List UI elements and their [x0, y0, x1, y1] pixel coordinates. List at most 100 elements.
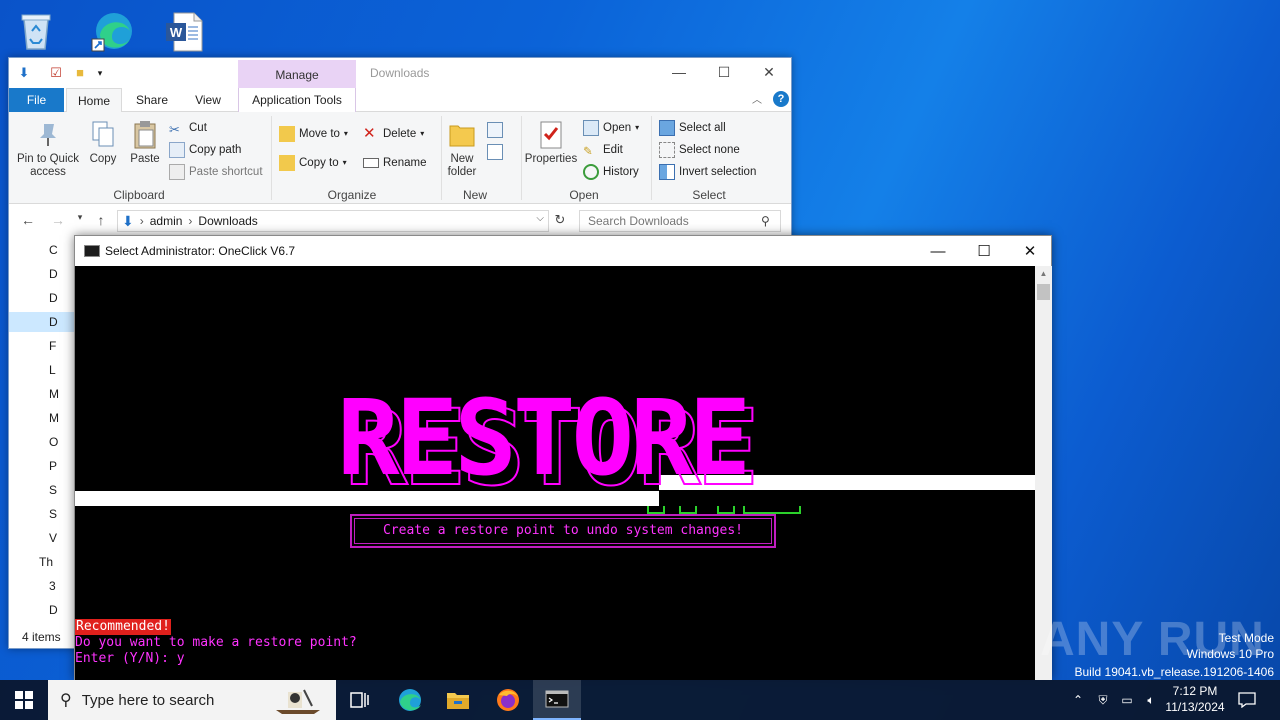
banner-base-mark: [743, 506, 801, 514]
paste-shortcut-button[interactable]: Paste shortcut: [169, 162, 263, 182]
open-button[interactable]: Open ▾: [583, 118, 639, 138]
minimize-button[interactable]: —: [656, 58, 702, 86]
banner-base-mark: [647, 506, 665, 514]
restore-info-box: Create a restore point to undo system ch…: [350, 514, 776, 548]
downloads-icon: ⬇: [122, 212, 134, 229]
console-close-button[interactable]: ✕: [1007, 236, 1053, 266]
task-view-button[interactable]: [336, 680, 384, 720]
cut-button[interactable]: ✂ Cut: [169, 118, 207, 138]
up-arrow-icon[interactable]: ↑: [92, 212, 110, 228]
help-icon[interactable]: ?: [773, 91, 789, 107]
system-clock[interactable]: 7:12 PM 11/13/2024: [1160, 683, 1230, 715]
copy-button[interactable]: Copy: [85, 118, 121, 166]
search-icon: ⚲: [60, 692, 72, 709]
search-icon: ⚲: [761, 214, 770, 228]
tab-manage[interactable]: Manage: [238, 60, 356, 88]
maximize-button[interactable]: ☐: [701, 58, 747, 86]
tab-home[interactable]: Home: [66, 88, 122, 113]
console-output: RESTORE RESTORE Create a restore point t…: [75, 266, 1035, 680]
history-button[interactable]: History: [583, 162, 639, 182]
edit-button[interactable]: ✎ Edit: [583, 140, 623, 160]
address-bar[interactable]: ⬇ › admin › Downloads ⌵: [117, 210, 549, 232]
collapse-ribbon-icon[interactable]: ︿: [752, 91, 762, 106]
window-title: Downloads: [370, 66, 430, 80]
nav-item-this-pc[interactable]: Th: [39, 552, 69, 572]
back-arrow-icon[interactable]: ←: [19, 212, 37, 228]
console-title-bar[interactable]: Select Administrator: OneClick V6.7 — ☐ …: [75, 236, 1051, 266]
invert-selection-button[interactable]: Invert selection: [659, 162, 756, 182]
tab-file[interactable]: File: [9, 88, 64, 112]
close-button[interactable]: ✕: [746, 58, 792, 86]
tab-application-tools[interactable]: Application Tools: [238, 88, 356, 112]
move-to-button[interactable]: Move to ▾: [279, 124, 348, 144]
properties-icon: [540, 121, 562, 149]
copy-icon: [92, 121, 114, 147]
easy-access-icon[interactable]: [487, 144, 503, 160]
taskbar-firefox-button[interactable]: [484, 680, 532, 720]
clock-date: 11/13/2024: [1165, 700, 1225, 714]
address-row: ← → ▾ ↑ ⬇ › admin › Downloads ⌵ ↻ Search…: [9, 206, 791, 236]
new-folder-button[interactable]: New folder: [443, 118, 481, 179]
qat-dropdown-icon[interactable]: ▾: [91, 64, 109, 82]
select-all-button[interactable]: Select all: [659, 118, 726, 138]
banner-base-mark: [717, 506, 735, 514]
firefox-icon: [497, 689, 519, 711]
forward-arrow-icon[interactable]: →: [49, 212, 67, 228]
breadcrumb-admin[interactable]: admin: [150, 214, 183, 228]
console-app-icon: [84, 245, 100, 257]
start-button[interactable]: [0, 680, 48, 720]
select-none-icon: [659, 142, 675, 158]
nav-item-downloads[interactable]: D: [9, 312, 79, 332]
file-explorer-icon: [447, 693, 469, 709]
breadcrumb-downloads[interactable]: Downloads: [198, 214, 257, 228]
task-view-icon: [350, 692, 369, 708]
taskbar-explorer-button[interactable]: [434, 680, 482, 720]
console-minimize-button[interactable]: —: [915, 236, 961, 266]
properties-qat-icon[interactable]: ☑: [47, 64, 65, 82]
invert-selection-icon: [659, 164, 675, 180]
yn-prompt[interactable]: Enter (Y/N): y: [75, 651, 185, 667]
move-to-icon: [279, 126, 295, 142]
restore-question: Do you want to make a restore point?: [75, 635, 357, 650]
group-clipboard-label: Clipboard: [113, 188, 165, 202]
network-tray-icon[interactable]: ▭: [1116, 680, 1138, 720]
recent-locations-icon[interactable]: ▾: [71, 212, 89, 223]
scroll-thumb[interactable]: [1037, 284, 1050, 300]
taskbar-edge-button[interactable]: [386, 680, 434, 720]
notifications-icon[interactable]: [1234, 680, 1260, 720]
paste-icon: [134, 121, 156, 149]
edge-shortcut-icon[interactable]: [86, 6, 138, 56]
paste-button[interactable]: Paste: [127, 118, 163, 166]
recycle-bin-icon[interactable]: [10, 6, 62, 56]
windows-logo-icon: [15, 691, 33, 709]
word-document-icon[interactable]: W: [158, 6, 210, 56]
new-folder-qat-icon[interactable]: ■: [71, 64, 89, 82]
address-dropdown-icon[interactable]: ⌵: [536, 213, 544, 224]
pin-quick-access-button[interactable]: Pin to Quick access: [13, 118, 83, 179]
breadcrumb-chevron-icon: ›: [188, 214, 193, 228]
tab-view[interactable]: View: [185, 88, 231, 112]
taskbar-console-button[interactable]: [533, 680, 581, 720]
group-organize-label: Organize: [327, 188, 377, 202]
select-none-button[interactable]: Select none: [659, 140, 740, 160]
paste-shortcut-icon: [169, 164, 185, 180]
clock-time: 7:12 PM: [1172, 684, 1218, 698]
console-window[interactable]: Select Administrator: OneClick V6.7 — ☐ …: [74, 235, 1052, 680]
search-input[interactable]: Search Downloads: [579, 210, 781, 232]
new-item-icon[interactable]: [487, 122, 503, 138]
taskbar-search[interactable]: ⚲ Type here to search: [48, 680, 336, 720]
console-icon: [545, 690, 569, 708]
copy-path-button[interactable]: Copy path: [169, 140, 241, 160]
delete-button[interactable]: ✕ Delete ▾: [363, 124, 424, 144]
copy-to-button[interactable]: Copy to ▾: [279, 153, 347, 173]
console-maximize-button[interactable]: ☐: [961, 236, 1007, 266]
rename-button[interactable]: Rename: [363, 153, 426, 173]
scroll-up-icon[interactable]: ▲: [1035, 266, 1052, 282]
refresh-icon[interactable]: ↻: [551, 212, 569, 228]
properties-button[interactable]: Properties: [523, 118, 579, 166]
group-open-label: Open: [569, 188, 599, 202]
volume-tray-icon[interactable]: 🔈︎: [1140, 680, 1162, 720]
show-hidden-icons-button[interactable]: ⌃: [1068, 680, 1088, 720]
tab-share[interactable]: Share: [129, 88, 175, 112]
security-tray-icon[interactable]: ⛨: [1092, 680, 1114, 720]
